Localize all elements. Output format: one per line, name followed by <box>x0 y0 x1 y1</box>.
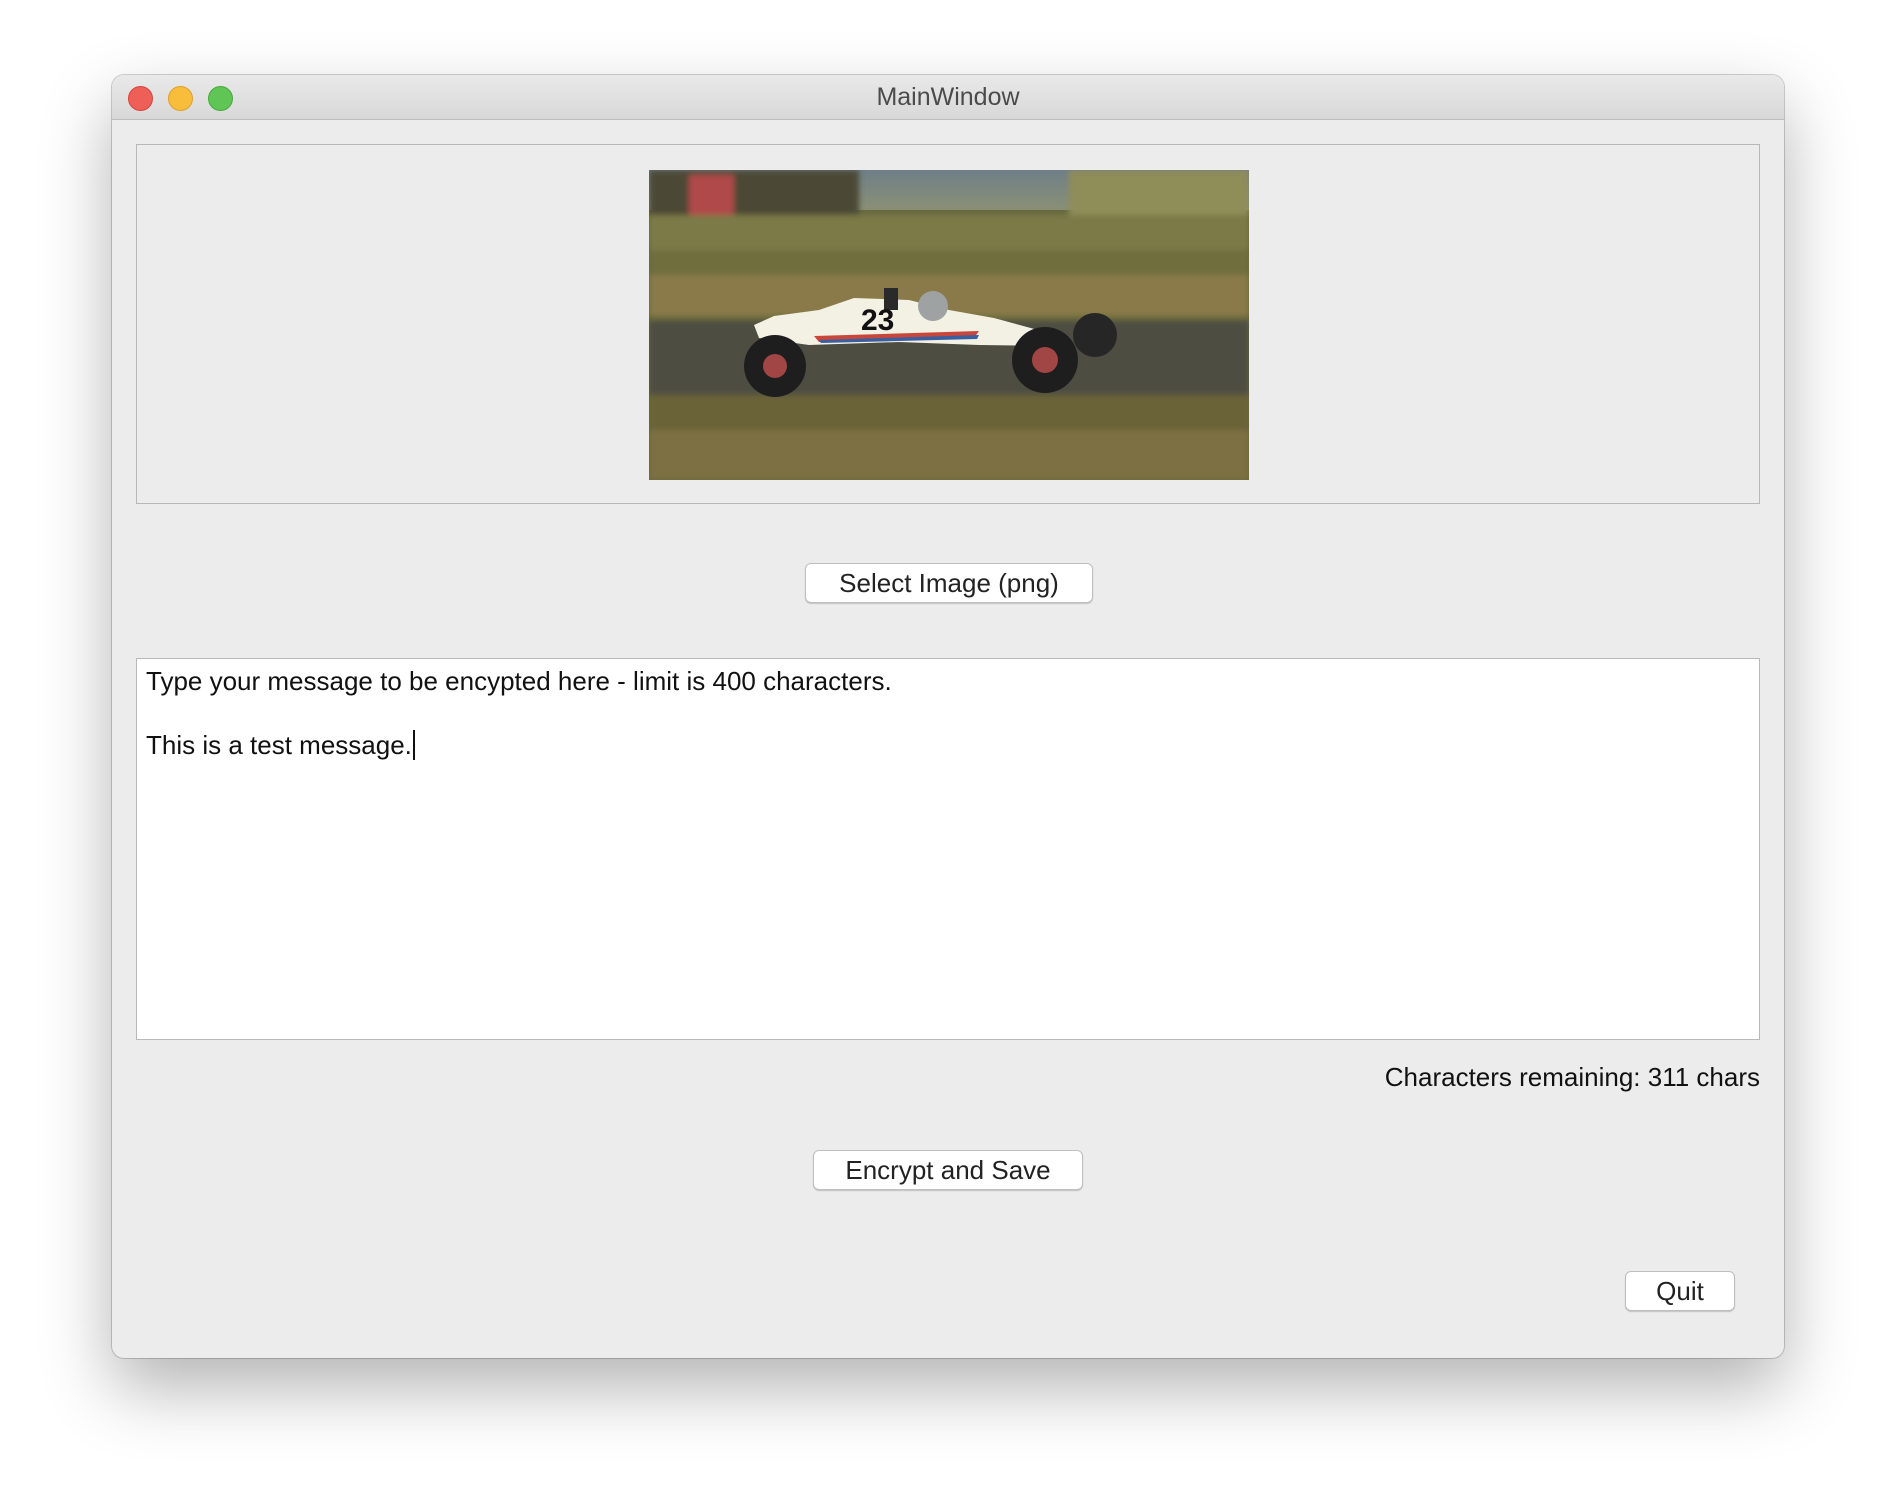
image-preview-frame: 23 <box>136 144 1760 504</box>
characters-remaining-label: Characters remaining: 311 chars <box>1384 1062 1760 1092</box>
main-window: MainWindow 23 Select Image (png) Type yo… <box>112 75 1784 1358</box>
quit-button[interactable]: Quit <box>1625 1271 1735 1311</box>
message-text-area[interactable]: Type your message to be encypted here - … <box>136 658 1760 1040</box>
message-text: This is a test message. <box>146 730 412 760</box>
car-number-label: 23 <box>861 304 894 337</box>
race-car-photo: 23 <box>649 170 1249 480</box>
message-line-2: This is a test message. <box>146 730 415 761</box>
text-caret <box>412 730 415 760</box>
title-bar[interactable]: MainWindow <box>112 75 1784 120</box>
window-title: MainWindow <box>876 83 1020 111</box>
encrypt-and-save-button[interactable]: Encrypt and Save <box>813 1150 1083 1190</box>
select-image-button[interactable]: Select Image (png) <box>805 563 1093 603</box>
message-line-1: Type your message to be encypted here - … <box>146 666 892 696</box>
race-car-image: 23 <box>649 170 1249 480</box>
